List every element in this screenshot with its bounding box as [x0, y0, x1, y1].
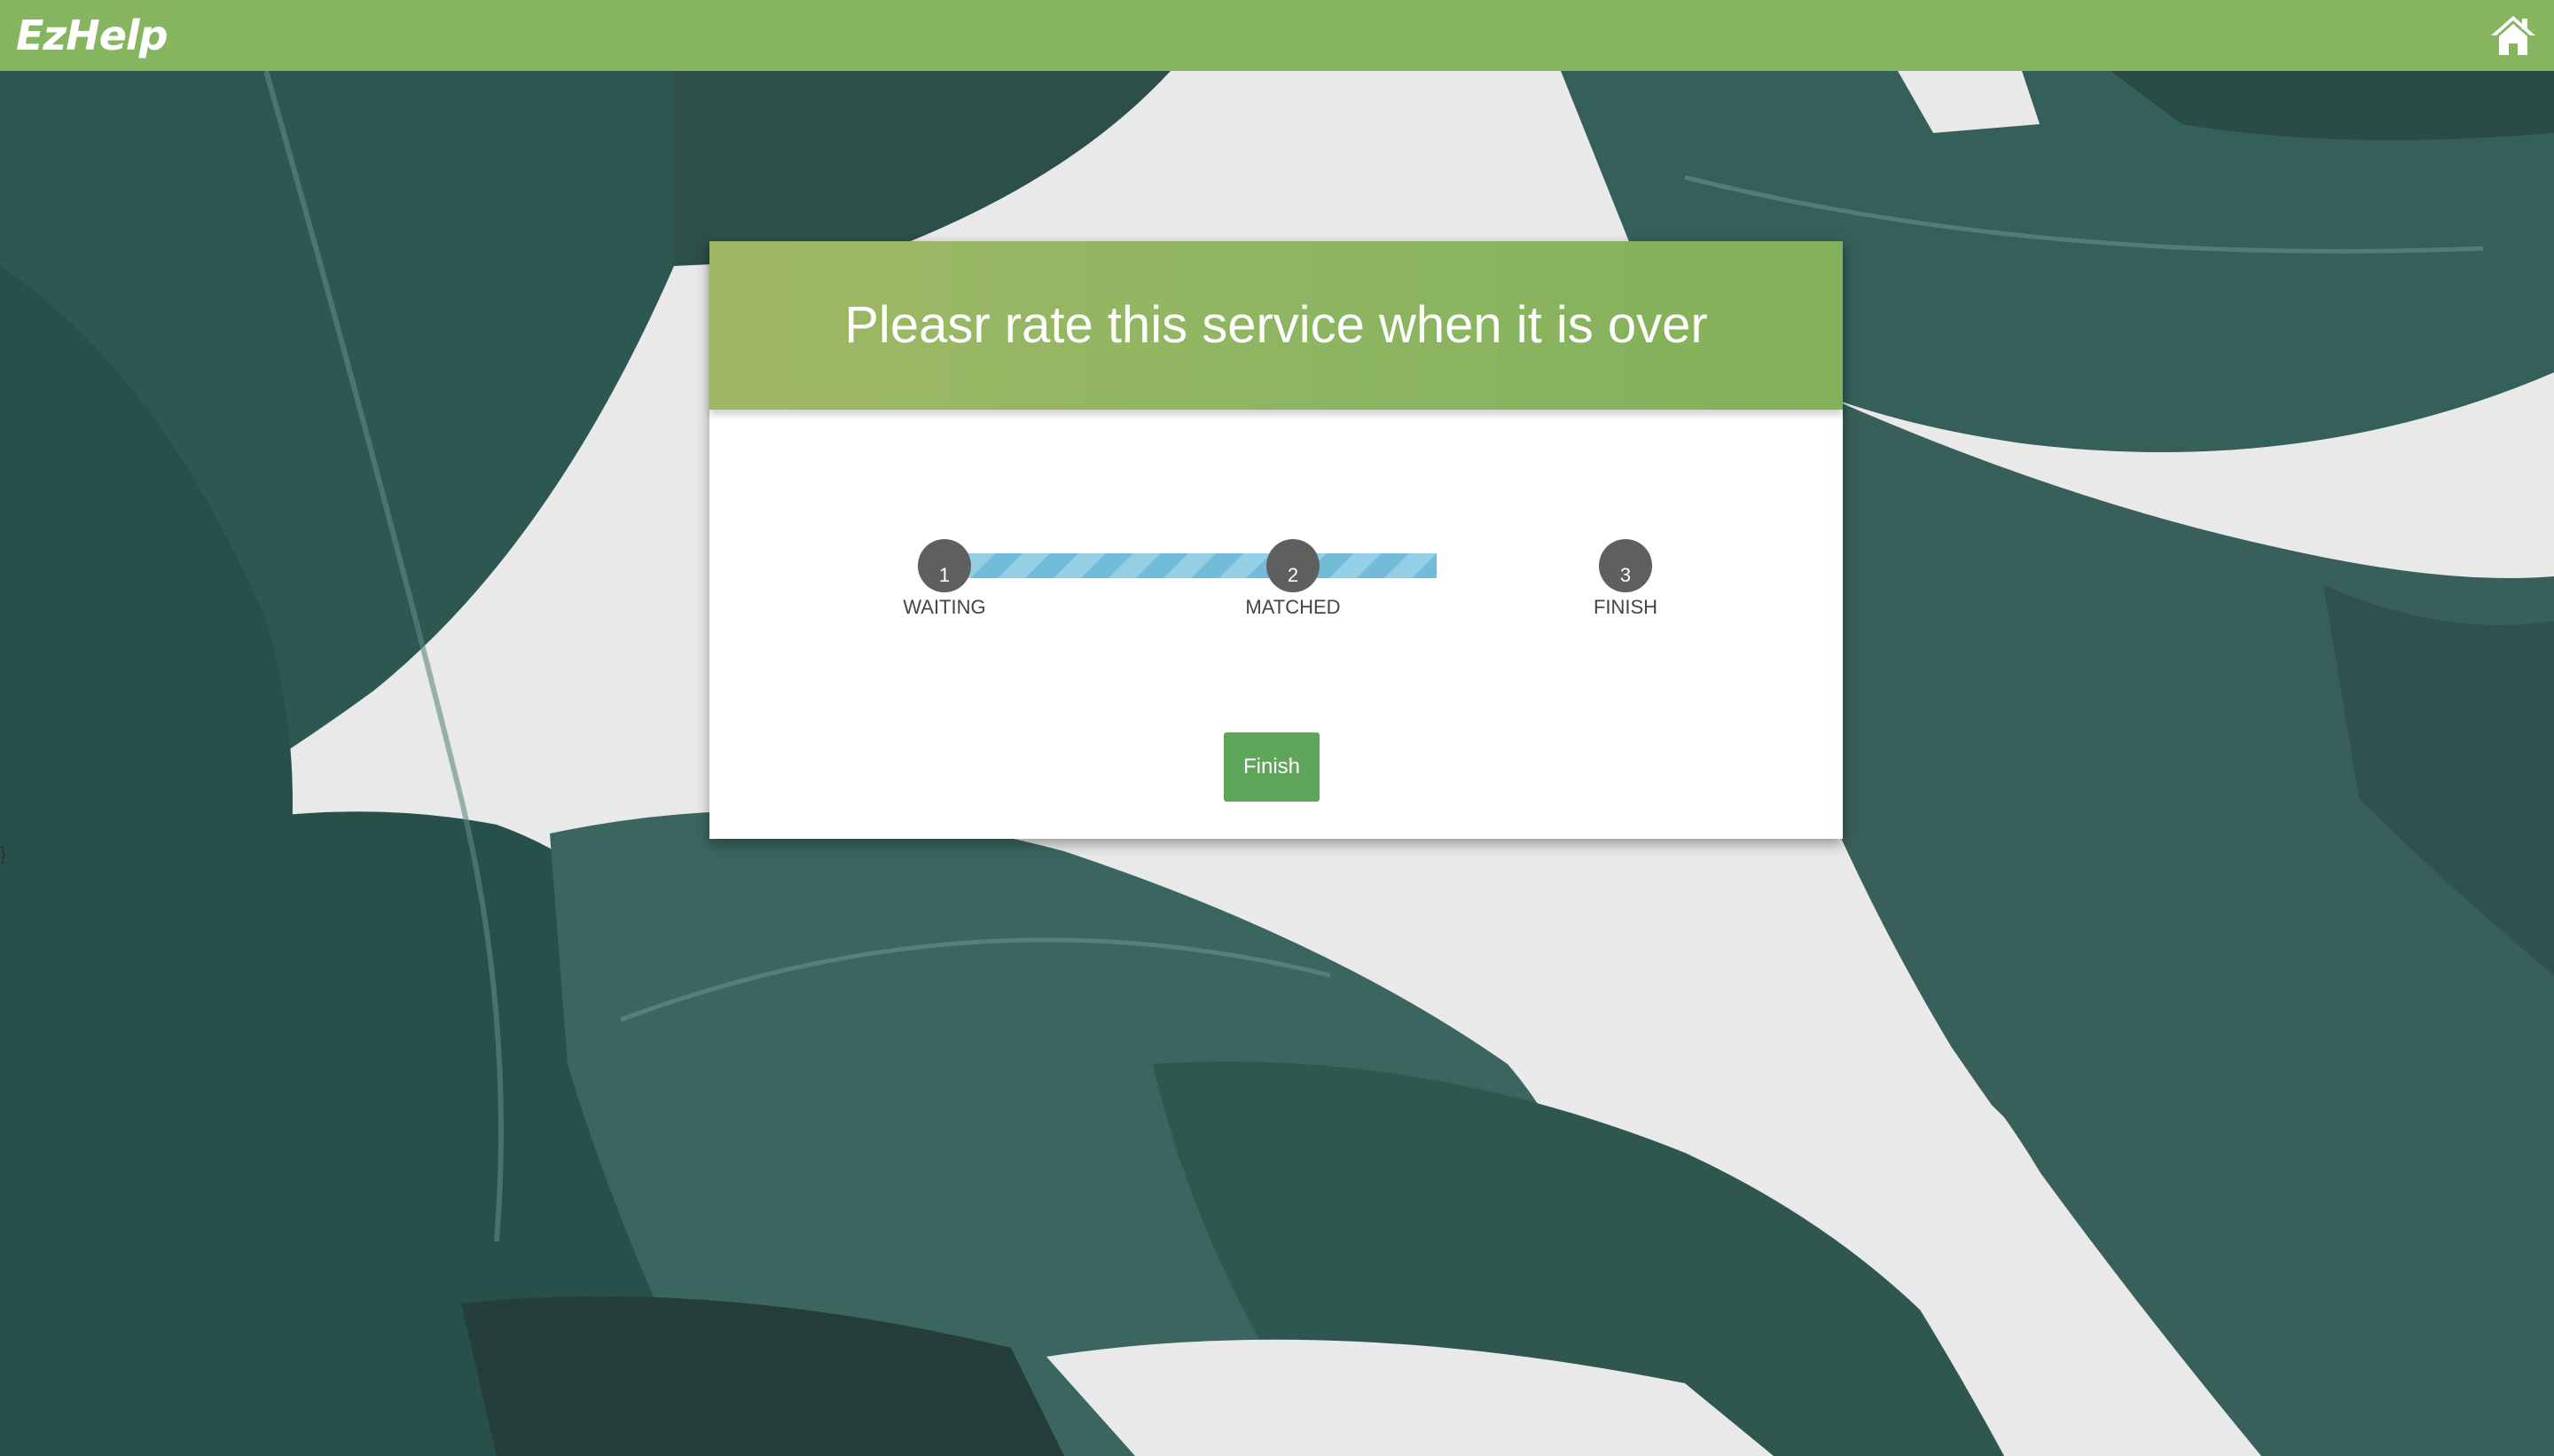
finish-button[interactable]: Finish [1224, 732, 1320, 802]
home-button[interactable] [2488, 11, 2538, 60]
step-waiting: 1 WAITING [874, 534, 1015, 631]
step-number: 3 [1619, 564, 1632, 586]
step-number: 2 [1287, 564, 1299, 586]
step-finish: 3 FINISH [1555, 534, 1696, 631]
rating-dialog: Pleasr rate this service when it is over… [709, 241, 1843, 839]
step-label: MATCHED [1245, 596, 1341, 618]
stray-brace-text: } [0, 842, 7, 865]
progress-stepper: 1 WAITING 2 MATCHED 3 FINISH [709, 534, 1843, 631]
top-nav-bar: EzHelp [0, 0, 2554, 71]
step-matched: 2 MATCHED [1222, 534, 1364, 631]
step-label: FINISH [1593, 596, 1658, 618]
dialog-header: Pleasr rate this service when it is over [709, 241, 1843, 410]
step-label: WAITING [903, 596, 986, 618]
step-number: 1 [938, 564, 951, 586]
brand-logo[interactable]: EzHelp [16, 11, 168, 60]
dialog-title: Pleasr rate this service when it is over [844, 296, 1708, 354]
home-icon [2491, 16, 2535, 55]
